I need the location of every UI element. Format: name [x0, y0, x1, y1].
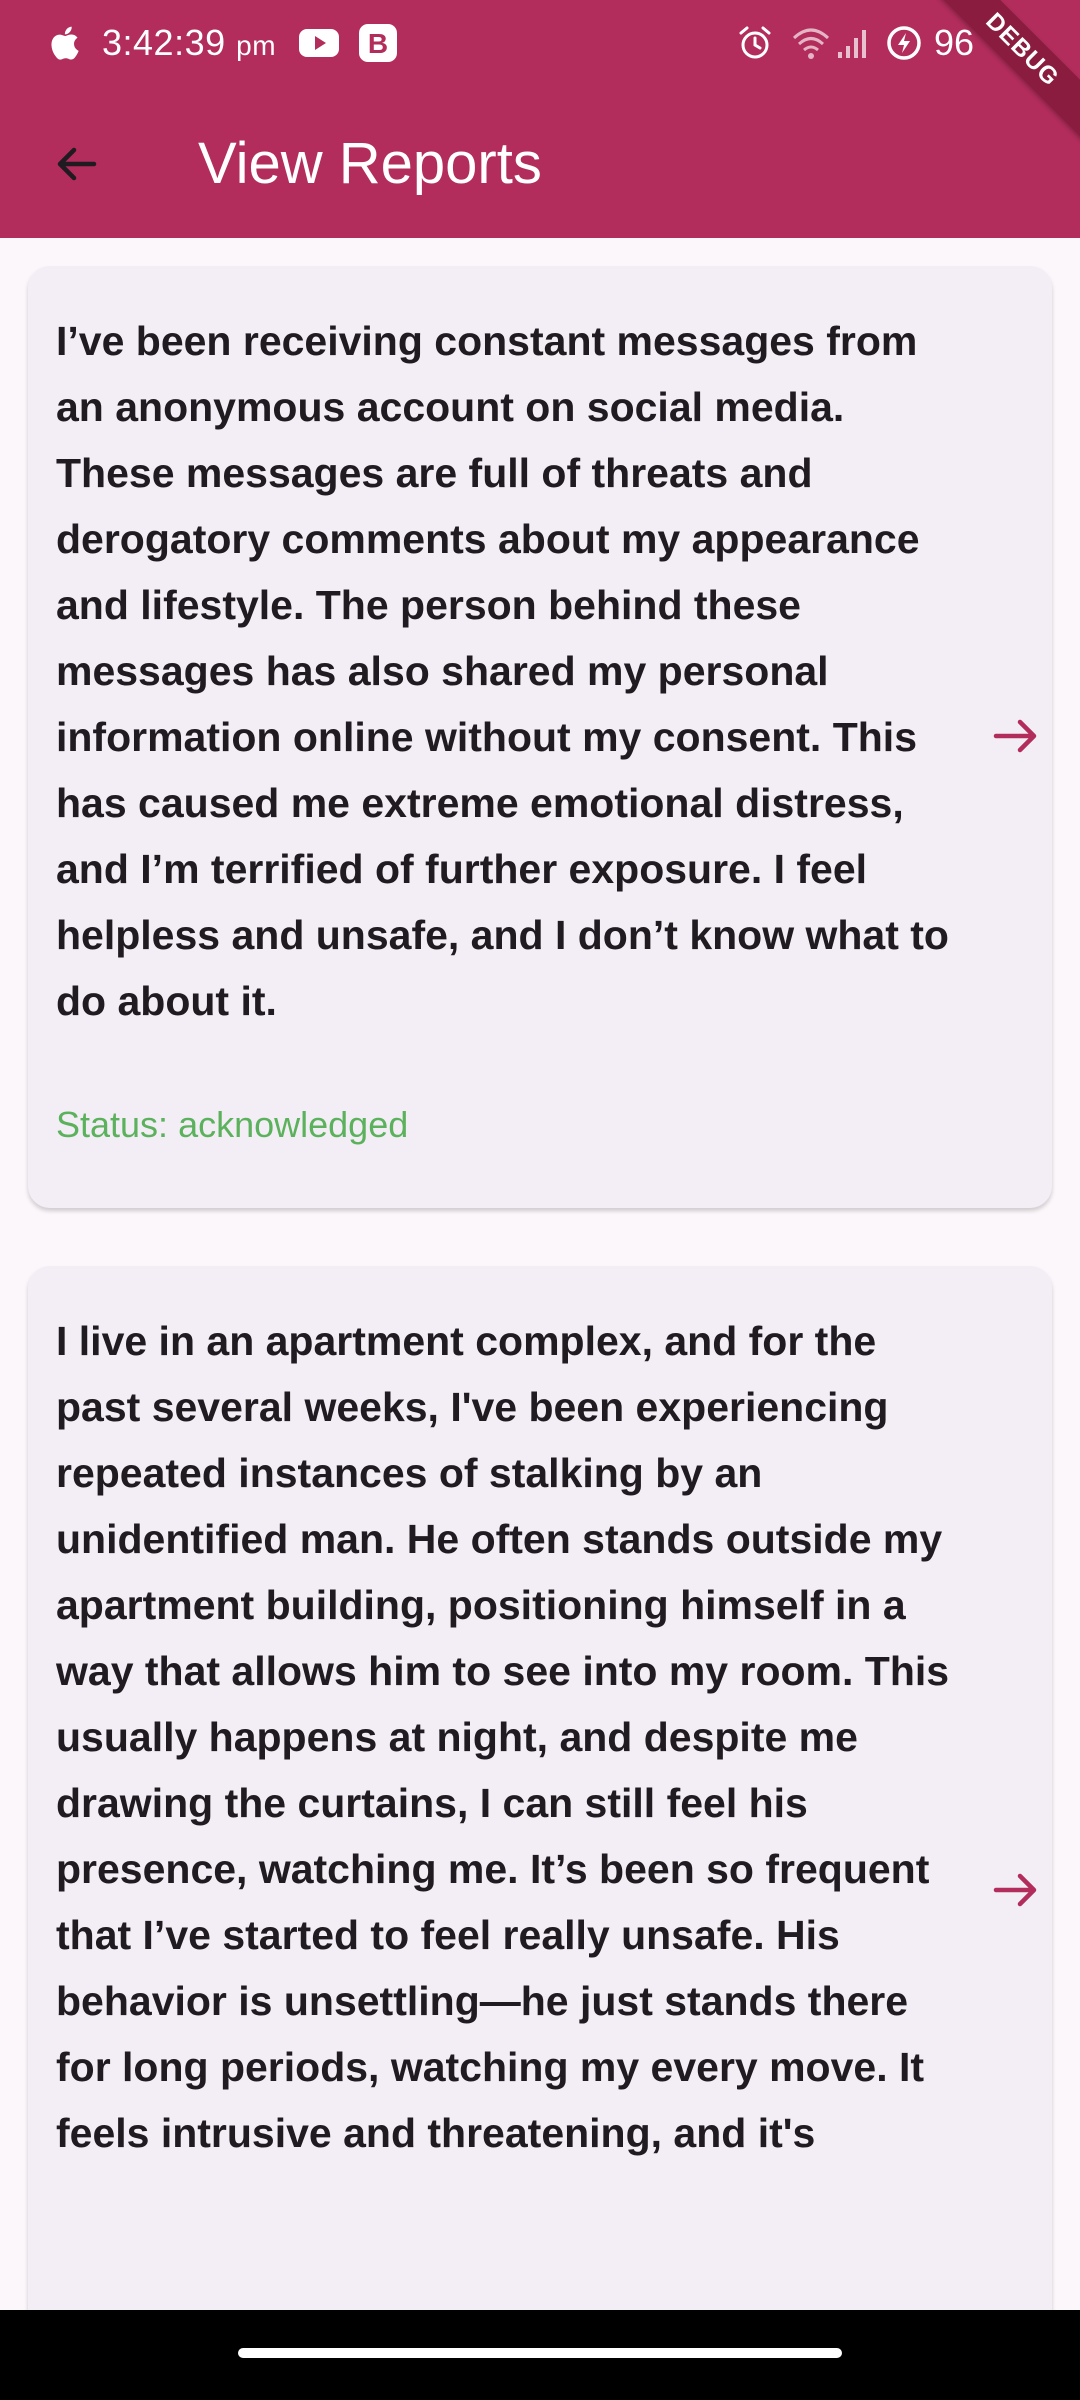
back-button[interactable] [40, 128, 112, 200]
page-title: View Reports [198, 131, 542, 196]
b-app-icon: B [359, 24, 398, 62]
youtube-icon [299, 29, 340, 57]
battery-saver-icon [887, 26, 921, 60]
report-description: I live in an apartment complex, and for … [56, 1318, 950, 2156]
report-status: Status: acknowledged [56, 1104, 409, 1145]
svg-text:B: B [368, 28, 388, 59]
status-time: 3:42:39 pm [102, 22, 276, 64]
apple-icon [51, 26, 79, 60]
open-report-button[interactable] [988, 1862, 1044, 1918]
report-list: I’ve been receiving constant messages fr… [0, 238, 1080, 2310]
report-card[interactable]: I live in an apartment complex, and for … [28, 1266, 1052, 2310]
battery-percentage: 96 [934, 22, 975, 63]
status-right: 96 [736, 18, 974, 68]
alarm-icon [739, 26, 771, 59]
app-bar: View Reports [0, 86, 1080, 238]
status-left: 3:42:39 pm B [50, 18, 398, 68]
system-navigation-bar [0, 2310, 1080, 2400]
status-time-ampm: pm [236, 30, 277, 61]
wifi-icon [792, 28, 830, 59]
status-time-value: 3:42:39 [102, 22, 226, 63]
arrow-right-icon [993, 719, 1037, 753]
arrow-right-icon [993, 1873, 1037, 1907]
report-description: I’ve been receiving constant messages fr… [56, 318, 949, 1024]
arrow-left-icon [57, 147, 97, 181]
status-bar: 3:42:39 pm B 96 DEBUG [0, 0, 1080, 142]
report-card[interactable]: I’ve been receiving constant messages fr… [28, 266, 1052, 1208]
signal-icon [838, 30, 866, 58]
home-indicator[interactable] [238, 2348, 842, 2358]
open-report-button[interactable] [988, 708, 1044, 764]
